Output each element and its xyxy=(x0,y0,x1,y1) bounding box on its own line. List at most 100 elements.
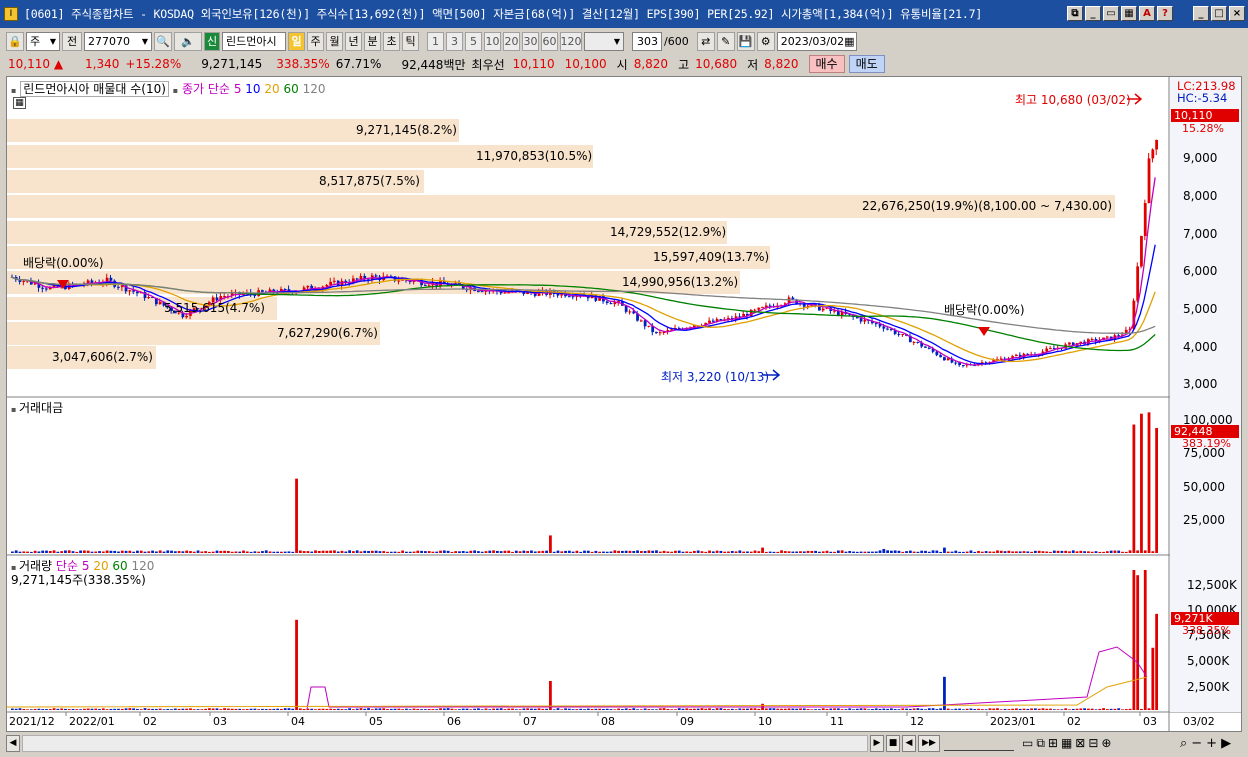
interval-120[interactable]: 120 xyxy=(560,31,582,51)
amount-bar xyxy=(1124,551,1128,553)
interval-30[interactable]: 30 xyxy=(522,31,539,51)
period-tick[interactable]: 틱 xyxy=(402,31,419,51)
stop-icon[interactable]: ■ xyxy=(886,735,900,752)
amount-bar xyxy=(916,551,920,553)
amount-bar xyxy=(48,551,52,553)
period-month[interactable]: 월 xyxy=(326,31,343,51)
period-day[interactable]: 일 xyxy=(288,31,305,51)
amount-bar xyxy=(1064,550,1068,553)
zoom-controls[interactable]: ⌕−+▶ xyxy=(1180,736,1235,751)
amount-bar xyxy=(348,550,351,553)
period-minute[interactable]: 분 xyxy=(364,31,381,51)
amount-bar xyxy=(802,551,806,553)
prefix-button[interactable]: 전 xyxy=(62,31,82,51)
volume-bar xyxy=(855,708,859,710)
candle-body xyxy=(1140,236,1143,267)
buy-button[interactable]: 매수 xyxy=(808,55,845,73)
amount-bar xyxy=(370,550,374,553)
link-icon[interactable]: ⧉ xyxy=(1067,6,1083,21)
volume-bar xyxy=(708,708,711,710)
interval-10[interactable]: 10 xyxy=(484,31,501,51)
amount-bar xyxy=(26,551,29,553)
amount-bar xyxy=(192,551,196,553)
layout-icons[interactable]: ▭⧉⊞▦⊠⊟⊕ xyxy=(1022,736,1114,751)
volume-bar xyxy=(628,708,632,710)
candle-body xyxy=(927,347,931,349)
save-icon[interactable]: 💾 xyxy=(736,31,755,51)
calendar-icon[interactable]: ▦ xyxy=(844,35,854,48)
amount-bar xyxy=(1060,550,1064,553)
help-icon[interactable]: ? xyxy=(1157,6,1173,21)
volume-bar xyxy=(280,708,283,710)
price-tick-9000: 9,000 xyxy=(1183,151,1218,165)
interval-1[interactable]: 1 xyxy=(427,31,444,51)
volume-bar xyxy=(1151,647,1155,710)
volume-bar xyxy=(889,708,893,710)
volume-bar xyxy=(1132,570,1136,710)
volume-bar xyxy=(98,709,101,710)
amount-bar xyxy=(378,551,382,553)
restore-pane-icon[interactable]: ▭ xyxy=(1103,6,1119,21)
interval-60[interactable]: 60 xyxy=(541,31,558,51)
step-back-icon[interactable]: ◀ xyxy=(902,735,916,752)
fast-forward-icon[interactable]: ▶▶ xyxy=(918,735,940,752)
amount-bar xyxy=(56,551,60,553)
bottom-scrollbar[interactable]: ◀ ▶ ■ ◀ ▶▶ ▭⧉⊞▦⊠⊟⊕ ⌕−+▶ xyxy=(0,732,1248,757)
date-input[interactable]: 2023/03/02 ▦ xyxy=(776,31,857,51)
candle-body xyxy=(912,341,916,343)
volume-bar xyxy=(435,709,439,710)
volume-bar xyxy=(996,708,999,710)
maximize-button[interactable]: □ xyxy=(1211,6,1227,21)
period-week[interactable]: 주 xyxy=(307,31,324,51)
scroll-track[interactable] xyxy=(22,735,868,752)
scroll-left-icon[interactable]: ◀ xyxy=(6,735,20,752)
sell-button[interactable]: 매도 xyxy=(848,55,885,73)
grid-icon[interactable]: ▦ xyxy=(13,97,26,109)
code-input[interactable]: 277070 ▼ xyxy=(84,31,152,51)
profile-label-8: 5,515,615(4.7%) xyxy=(164,301,265,315)
volume-bar xyxy=(564,708,567,710)
x-tick-label: 08 xyxy=(601,715,615,728)
minimize-pane-icon[interactable]: _ xyxy=(1085,6,1101,21)
amount-bar xyxy=(787,551,791,553)
profile-label-3: 8,517,875(7.5%) xyxy=(319,174,420,188)
quote-bar: 10,110 ▲ 1,340 +15.28% 9,271,145 338.35%… xyxy=(0,54,1248,74)
volume-bar xyxy=(780,708,783,710)
speed-slider[interactable] xyxy=(944,736,1014,751)
speaker-icon[interactable]: 🔈 xyxy=(174,31,202,51)
period-select[interactable]: 주 ▼ xyxy=(26,31,60,51)
amount-bar xyxy=(920,550,924,553)
interval-20[interactable]: 20 xyxy=(503,31,520,51)
count-input[interactable]: 303 xyxy=(632,31,662,51)
price-tick-8000: 8,000 xyxy=(1183,189,1218,203)
candle-body xyxy=(22,280,26,282)
volume-bar xyxy=(473,708,477,710)
volume-bar xyxy=(783,708,787,710)
volume-bar xyxy=(924,709,927,710)
volume-bar xyxy=(412,708,416,710)
profile-legend[interactable]: 린드먼아시아 매물대 수(10) xyxy=(20,81,169,97)
amount-bar xyxy=(719,550,723,553)
amount-bar xyxy=(655,550,658,553)
chart-tool-icon[interactable]: ✎ xyxy=(716,31,735,51)
volume-bar xyxy=(537,708,541,710)
minimize-button[interactable]: _ xyxy=(1193,6,1209,21)
period-year[interactable]: 년 xyxy=(345,31,362,51)
amount-bar xyxy=(336,551,340,553)
lock-icon[interactable]: 🔒 xyxy=(6,31,24,51)
search-icon[interactable]: 🔍 xyxy=(154,31,172,51)
arrows-icon[interactable]: ⇄ xyxy=(696,31,715,51)
alert-icon[interactable]: A xyxy=(1139,6,1155,21)
chart-area[interactable]: 2021/12 2022/01 02 03 04 05 06 07 08 09 10 11 12 2023… xyxy=(6,76,1242,732)
amount-bar xyxy=(64,550,67,553)
interval-5[interactable]: 5 xyxy=(465,31,482,51)
close-button[interactable]: × xyxy=(1229,6,1245,21)
chart-canvas[interactable]: 2021/12 2022/01 02 03 04 05 06 07 08 09 10 11 12 2023… xyxy=(7,77,1241,731)
interval-3[interactable]: 3 xyxy=(446,31,463,51)
period-second[interactable]: 초 xyxy=(383,31,400,51)
settings-icon[interactable]: ⚙ xyxy=(756,31,775,51)
tile-icon[interactable]: ▦ xyxy=(1121,6,1137,21)
interval-custom[interactable]: ▼ xyxy=(584,31,624,51)
play-icon[interactable]: ▶ xyxy=(870,735,884,752)
amount-bar xyxy=(829,551,833,553)
